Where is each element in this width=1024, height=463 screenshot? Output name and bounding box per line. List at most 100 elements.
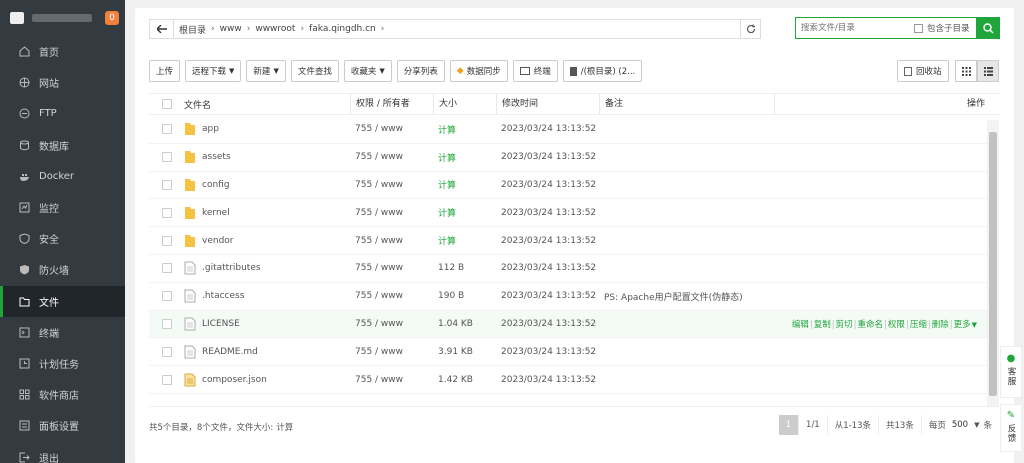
op-3[interactable]: 重命名 [858, 320, 884, 330]
file-perm[interactable]: 755 / www [350, 291, 433, 301]
file-note[interactable]: PS: Apache用户配置文件(伪静态) [599, 290, 774, 303]
sidebar-item-7[interactable]: 防火墙 [0, 254, 125, 285]
sidebar-item-10[interactable]: 计划任务 [0, 348, 125, 379]
table-row[interactable]: app 755 / www 计算 2023/03/24 13:13:52 [149, 116, 987, 144]
file-perm[interactable]: 755 / www [350, 236, 433, 246]
per-page-select[interactable]: 每页 500 ▼ 条 [920, 415, 999, 435]
op-4[interactable]: 权限 [888, 320, 905, 330]
header-perm[interactable]: 权限 / 所有者 [350, 93, 433, 115]
sidebar-item-2[interactable]: FTP [0, 98, 125, 129]
row-checkbox[interactable] [161, 152, 172, 163]
data-sync-button[interactable]: ◆ 数据同步 [449, 60, 508, 82]
file-size[interactable]: 计算 [433, 123, 496, 136]
table-row[interactable]: assets 755 / www 计算 2023/03/24 13:13:52 [149, 144, 987, 172]
remote-download-button[interactable]: 远程下载 ▼ [185, 60, 242, 82]
breadcrumb-www[interactable]: www [215, 24, 247, 34]
file-name[interactable]: assets [202, 152, 231, 162]
sidebar-item-5[interactable]: 监控 [0, 192, 125, 223]
scrollbar-thumb[interactable] [989, 132, 997, 396]
customer-service-button[interactable]: ● 客服 [1000, 346, 1022, 398]
feedback-button[interactable]: ✎ 反馈 [1000, 404, 1022, 452]
table-row[interactable]: config 755 / www 计算 2023/03/24 13:13:52 [149, 172, 987, 200]
search-button[interactable] [976, 17, 1000, 39]
table-row[interactable]: vendor 755 / www 计算 2023/03/24 13:13:52 [149, 227, 987, 255]
row-checkbox[interactable] [161, 124, 172, 135]
include-subdir-checkbox[interactable] [914, 23, 923, 33]
file-size[interactable]: 计算 [433, 206, 496, 219]
op-6[interactable]: 删除 [932, 320, 949, 330]
file-size[interactable]: 计算 [433, 234, 496, 247]
op-0[interactable]: 编辑 [792, 320, 809, 330]
op-2[interactable]: 剪切 [836, 320, 853, 330]
table-row[interactable]: README.md 755 / www 3.91 KB 2023/03/24 13:1… [149, 338, 987, 367]
header-size[interactable]: 大小 [433, 93, 496, 115]
op-7[interactable]: 更多 [954, 320, 971, 330]
file-perm[interactable]: 755 / www [350, 375, 433, 385]
file-perm[interactable]: 755 / www [350, 319, 433, 329]
grid-view-button[interactable] [955, 60, 977, 82]
search-input[interactable] [796, 23, 914, 33]
row-checkbox[interactable] [161, 318, 172, 329]
calc-total-size-link[interactable]: 计算 [276, 421, 293, 433]
file-perm[interactable]: 755 / www [350, 180, 433, 190]
file-name[interactable]: .htaccess [202, 291, 244, 301]
file-size[interactable]: 计算 [433, 178, 496, 191]
header-name[interactable]: 文件名 [184, 98, 350, 111]
file-name[interactable]: LICENSE [202, 319, 240, 329]
file-name[interactable]: composer.json [202, 375, 267, 385]
row-checkbox[interactable] [161, 263, 172, 274]
disk-button[interactable]: /(根目录) (2... [562, 60, 643, 82]
file-perm[interactable]: 755 / www [350, 208, 433, 218]
file-name[interactable]: README.md [202, 347, 258, 357]
file-name[interactable]: vendor [202, 236, 234, 246]
favorites-button[interactable]: 收藏夹 ▼ [343, 60, 392, 82]
breadcrumb-root[interactable]: 根目录 [174, 23, 211, 36]
share-list-button[interactable]: 分享列表 [396, 60, 445, 82]
header-mtime[interactable]: 修改时间 [496, 93, 599, 115]
sidebar-item-1[interactable]: 网站 [0, 67, 125, 98]
recycle-bin-button[interactable]: 回收站 [897, 60, 949, 82]
table-row[interactable]: LICENSE 755 / www 1.04 KB 2023/03/24 13:13:… [149, 310, 987, 339]
table-row[interactable]: composer.json 755 / www 1.42 KB 2023/03/24 … [149, 366, 987, 394]
row-checkbox[interactable] [161, 346, 172, 357]
terminal-button[interactable]: 终端 [512, 60, 558, 82]
list-view-button[interactable] [977, 60, 999, 82]
op-1[interactable]: 复制 [814, 320, 831, 330]
sidebar-item-3[interactable]: 数据库 [0, 130, 125, 161]
sidebar-item-6[interactable]: 安全 [0, 223, 125, 254]
file-perm[interactable]: 755 / www [350, 152, 433, 162]
sidebar-item-13[interactable]: 退出 [0, 441, 125, 463]
back-button[interactable] [150, 20, 174, 38]
refresh-button[interactable] [740, 20, 760, 38]
breadcrumb-wwwroot[interactable]: wwwroot [250, 24, 300, 34]
breadcrumb-site[interactable]: faka.qingdh.cn [304, 24, 381, 34]
file-perm[interactable]: 755 / www [350, 263, 433, 273]
file-perm[interactable]: 755 / www [350, 347, 433, 357]
file-name[interactable]: app [202, 124, 219, 134]
table-row[interactable]: kernel 755 / www 计算 2023/03/24 13:13:52 [149, 199, 987, 228]
file-name[interactable]: kernel [202, 208, 230, 218]
row-checkbox[interactable] [161, 374, 172, 385]
sidebar-item-9[interactable]: 终端 [0, 317, 125, 348]
notification-badge[interactable]: 0 [105, 11, 119, 25]
row-checkbox[interactable] [161, 235, 172, 246]
select-all-checkbox[interactable] [161, 99, 172, 109]
sidebar-item-8[interactable]: 文件 [0, 285, 125, 317]
per-page-value[interactable]: 500 [950, 420, 970, 430]
row-checkbox[interactable] [161, 291, 172, 302]
sidebar-item-4[interactable]: Docker [0, 161, 125, 192]
sidebar-item-0[interactable]: 首页 [0, 36, 125, 67]
op-5[interactable]: 压缩 [910, 320, 927, 330]
sidebar-item-11[interactable]: 软件商店 [0, 379, 125, 410]
file-search-button[interactable]: 文件查找 [290, 60, 339, 82]
file-perm[interactable]: 755 / www [350, 124, 433, 134]
table-row[interactable]: .htaccess 755 / www 190 B 2023/03/24 13:13:… [149, 283, 987, 311]
row-checkbox[interactable] [161, 179, 172, 190]
row-checkbox[interactable] [161, 207, 172, 218]
file-name[interactable]: config [202, 180, 230, 190]
file-name[interactable]: .gitattributes [202, 263, 261, 273]
new-button[interactable]: 新建 ▼ [246, 60, 286, 82]
table-row[interactable]: .gitattributes 755 / www 112 B 2023/03/24 1… [149, 255, 987, 283]
upload-button[interactable]: 上传 [149, 60, 181, 82]
page-current[interactable]: 1 [778, 415, 799, 435]
